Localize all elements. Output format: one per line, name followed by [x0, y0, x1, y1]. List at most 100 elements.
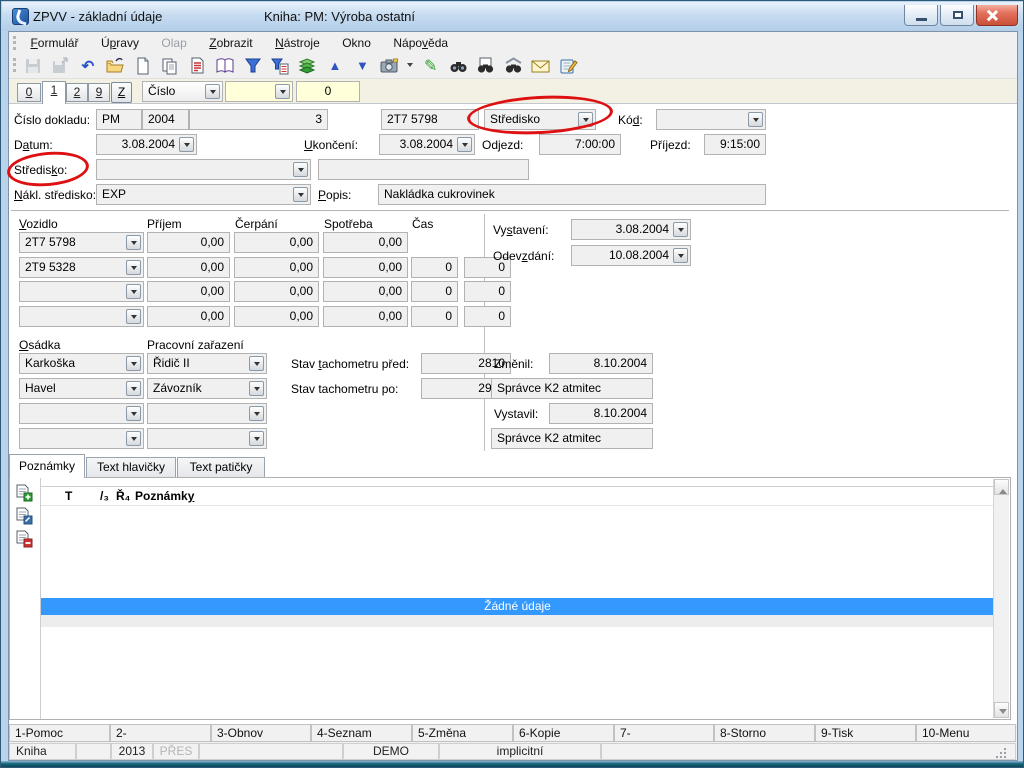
prijezd-field[interactable]: 9:15:00: [704, 134, 766, 155]
cas2-field[interactable]: 0: [464, 281, 511, 302]
vehicle-dropdown-arrow[interactable]: [126, 284, 141, 299]
notes-col-poznamky[interactable]: Poznámky: [135, 489, 194, 503]
menu-zobrazit[interactable]: Zobrazit: [200, 34, 261, 52]
batch-jobs-icon[interactable]: [297, 55, 318, 76]
lookup-dropdown-arrow[interactable]: [275, 84, 290, 99]
camera-icon[interactable]: [379, 55, 400, 76]
form-actions-icon[interactable]: ✎: [420, 55, 441, 76]
cerpani-field[interactable]: 0,00: [234, 232, 319, 253]
record-count-field[interactable]: 0: [296, 81, 360, 102]
stredisko-name-field[interactable]: [318, 159, 529, 180]
fkey-3[interactable]: 3-Obnov: [211, 724, 311, 742]
menubar-grip[interactable]: [13, 36, 16, 50]
role-dropdown-arrow[interactable]: [249, 431, 264, 446]
state-tab-2[interactable]: 2: [66, 83, 88, 102]
previous-record-icon[interactable]: ▲: [324, 55, 345, 76]
next-record-icon[interactable]: ▼: [352, 55, 373, 76]
state-tab-9[interactable]: 9: [88, 83, 110, 102]
kod-combo[interactable]: [656, 109, 766, 130]
fkey-8[interactable]: 8-Storno: [714, 724, 815, 742]
fkey-7[interactable]: 7-: [614, 724, 714, 742]
stredisko-row-dropdown-arrow[interactable]: [293, 162, 308, 177]
crew-dropdown-arrow[interactable]: [126, 406, 141, 421]
find-advanced-icon[interactable]: [503, 55, 524, 76]
vehicle-plate-field[interactable]: 2T7 5798: [381, 109, 479, 130]
lookup-combo[interactable]: [225, 81, 293, 102]
notes-col-flag3[interactable]: /₃: [100, 489, 109, 503]
book-icon[interactable]: [215, 55, 236, 76]
vystaveni-dropdown-arrow[interactable]: [673, 222, 688, 237]
state-tab-1[interactable]: 1: [42, 81, 66, 104]
role-dropdown-arrow[interactable]: [249, 381, 264, 396]
crew-role-combo[interactable]: [147, 428, 267, 449]
open-icon[interactable]: [105, 55, 126, 76]
cas2-field[interactable]: 0: [464, 306, 511, 327]
minimize-button[interactable]: [904, 5, 938, 26]
resize-grip[interactable]: [996, 748, 1006, 758]
ukonceni-dropdown-arrow[interactable]: [457, 137, 472, 152]
vehicle-combo[interactable]: [19, 306, 144, 327]
notes-scrollbar[interactable]: [993, 479, 1009, 718]
stredisko-combo-dropdown-arrow[interactable]: [578, 112, 593, 127]
vehicle-dropdown-arrow[interactable]: [126, 235, 141, 250]
undo-icon[interactable]: ↶: [77, 55, 98, 76]
vystaveni-field[interactable]: 3.08.2004: [571, 219, 691, 240]
cas1-field[interactable]: 0: [411, 281, 458, 302]
menu-nastroje[interactable]: Nástroje: [266, 34, 329, 52]
cerpani-field[interactable]: 0,00: [234, 281, 319, 302]
fkey-10[interactable]: 10-Menu: [916, 724, 1016, 742]
z-button[interactable]: Z: [111, 82, 132, 103]
fkey-1[interactable]: 1-Pomoc: [9, 724, 110, 742]
datum-field[interactable]: 3.08.2004: [96, 134, 197, 155]
scroll-down-icon[interactable]: [994, 702, 1009, 718]
doc-number-field[interactable]: 3: [189, 109, 328, 130]
menu-okno[interactable]: Okno: [333, 34, 380, 52]
menu-napoveda[interactable]: Nápověda: [384, 34, 457, 52]
paste-icon[interactable]: [187, 55, 208, 76]
year-field[interactable]: 2004: [142, 109, 189, 130]
close-button[interactable]: [976, 5, 1018, 26]
nakl-stredisko-combo[interactable]: EXP: [96, 184, 311, 205]
crew-role-combo[interactable]: Závozník: [147, 378, 267, 399]
vehicle-combo[interactable]: [19, 281, 144, 302]
tab-text-hlavicky[interactable]: Text hlavičky: [86, 457, 176, 478]
vehicle-dropdown-arrow[interactable]: [126, 309, 141, 324]
tab-text-paticky[interactable]: Text patičky: [177, 457, 265, 478]
menu-upravy[interactable]: Úpravy: [92, 34, 148, 52]
datum-dropdown-arrow[interactable]: [179, 137, 194, 152]
fkey-9[interactable]: 9-Tisk: [815, 724, 916, 742]
add-row-icon[interactable]: [15, 484, 33, 502]
role-dropdown-arrow[interactable]: [249, 356, 264, 371]
edit-notes-icon[interactable]: [558, 55, 579, 76]
stredisko-combo[interactable]: Středisko: [484, 109, 596, 130]
crew-dropdown-arrow[interactable]: [126, 381, 141, 396]
odjezd-field[interactable]: 7:00:00: [539, 134, 621, 155]
camera-menu-caret[interactable]: [406, 54, 415, 75]
crew-member-combo[interactable]: [19, 403, 144, 424]
state-tab-0[interactable]: 0: [17, 83, 41, 102]
vehicle-combo[interactable]: 2T7 5798: [19, 232, 144, 253]
copy-icon[interactable]: [160, 55, 181, 76]
delete-row-icon[interactable]: [15, 530, 33, 548]
crew-role-combo[interactable]: [147, 403, 267, 424]
crew-member-combo[interactable]: Karkoška: [19, 353, 144, 374]
spotreba-field[interactable]: 0,00: [323, 281, 408, 302]
toolbar-grip[interactable]: [13, 58, 16, 72]
prijem-field[interactable]: 0,00: [147, 281, 230, 302]
popis-field[interactable]: Nakládka cukrovinek: [378, 184, 766, 205]
kod-dropdown-arrow[interactable]: [748, 112, 763, 127]
cerpani-field[interactable]: 0,00: [234, 257, 319, 278]
cas1-field[interactable]: 0: [411, 257, 458, 278]
filter-report-icon[interactable]: [270, 55, 291, 76]
titlebar[interactable]: ZPVV - základní údaje Kniha: PM: Výroba …: [2, 2, 1023, 31]
book-code-field[interactable]: PM: [96, 109, 142, 130]
sort-field-select[interactable]: Číslo: [142, 81, 223, 102]
notes-col-type[interactable]: T: [65, 489, 72, 503]
cas1-field[interactable]: 0: [411, 306, 458, 327]
scroll-up-icon[interactable]: [994, 479, 1009, 495]
notes-col-flag4[interactable]: Ř₄: [116, 489, 130, 503]
prijem-field[interactable]: 0,00: [147, 257, 230, 278]
menu-formular[interactable]: Formulář: [21, 34, 87, 52]
find-document-icon[interactable]: [475, 55, 496, 76]
stredisko-row-combo[interactable]: [96, 159, 311, 180]
